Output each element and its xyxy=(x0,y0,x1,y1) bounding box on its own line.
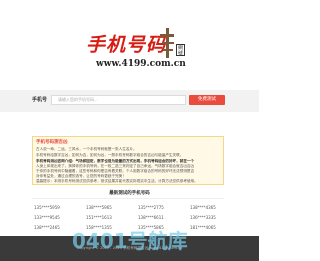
phone-number-input[interactable]: 请输入您的手机号码... xyxy=(51,95,186,105)
recent-number-link[interactable]: 135****5959 xyxy=(34,205,74,211)
intro-line: 手机号码给数字吉凶，如何为吉，如何为凶，一般手机号码数字组合的吉凶与能量产生关联… xyxy=(36,153,184,157)
watermark-logo: 0401号航库 xyxy=(72,229,188,253)
intro-title: 手机号码测吉凶 xyxy=(36,140,68,145)
recent-number-link[interactable]: 136****3335 xyxy=(190,215,230,221)
intro-line: 古人说一命、二运、三风水，一个手机号码就是一张人生名片。 xyxy=(36,147,137,151)
search-label: 手机号 xyxy=(32,97,48,103)
recent-number-link[interactable]: 151****1613 xyxy=(86,215,126,221)
logo-seal-box: 網號 xyxy=(176,44,185,57)
recent-number-link[interactable]: 138****5965 xyxy=(86,205,126,211)
divider xyxy=(32,198,224,199)
recent-number-link[interactable]: 133****9545 xyxy=(34,215,74,221)
recent-number-link[interactable]: 138****6611 xyxy=(138,215,178,221)
recent-number-link[interactable]: 138****4365 xyxy=(190,205,230,211)
warm-tip-line: 温馨提示：本测手机号码测试仅供参考，测试结果并能代表实际现实中生活，计算方法仅供… xyxy=(36,179,198,183)
recent-number-link[interactable]: 181****4065 xyxy=(190,225,230,231)
free-test-button[interactable]: 免费测试 xyxy=(189,95,225,105)
recent-numbers-title: 最新测试的手机号码 xyxy=(109,191,150,196)
recent-number-link[interactable]: 138****2465 xyxy=(34,225,74,231)
site-url: www.4199.com.cn xyxy=(96,59,186,69)
recent-number-link[interactable]: 135****2775 xyxy=(138,205,178,211)
